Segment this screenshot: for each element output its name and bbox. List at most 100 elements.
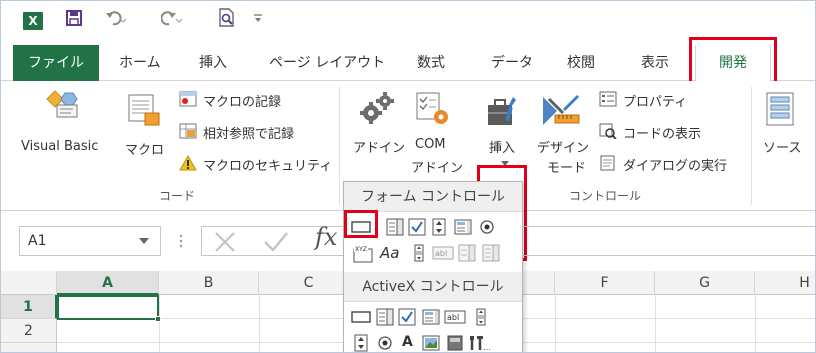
gridline <box>159 295 160 352</box>
list-box-control-icon[interactable] <box>454 218 472 236</box>
more-controls-icon[interactable]: … <box>468 334 490 352</box>
row-header-1[interactable]: 1 <box>1 295 57 319</box>
tab-review[interactable]: 校閲 <box>567 45 595 81</box>
chevron-down-icon[interactable] <box>501 161 509 167</box>
source-label[interactable]: ソース <box>763 137 801 156</box>
relative-reference-label[interactable]: 相対参照で記録 <box>203 123 294 142</box>
tab-formulas[interactable]: 数式 <box>417 45 445 81</box>
toolbox-icon[interactable] <box>485 95 519 129</box>
tab-insert[interactable]: 挿入 <box>199 45 227 81</box>
cancel-entry-icon[interactable] <box>213 230 237 254</box>
select-all-corner[interactable] <box>1 271 57 295</box>
fill-handle[interactable] <box>155 316 161 322</box>
combo-list-edit-control-icon[interactable] <box>458 244 476 262</box>
com-addin-icon[interactable] <box>415 91 451 127</box>
activex-spin-button-icon[interactable] <box>352 334 370 352</box>
run-dialog-label[interactable]: ダイアログの実行 <box>623 155 727 174</box>
design-mode-label-2[interactable]: モード <box>547 157 586 176</box>
excel-window: X ファイル ホーム 挿入 ページ レイアウト 数式 データ 校閲 表示 開発 <box>0 0 816 353</box>
label-control-icon[interactable]: Aa <box>380 244 399 262</box>
insert-function-icon[interactable]: fx <box>315 223 337 251</box>
activex-command-button-icon[interactable] <box>350 308 372 326</box>
addin-label[interactable]: アドイン <box>353 137 405 156</box>
com-addin-label-1[interactable]: COM <box>415 137 446 152</box>
checkbox-control-icon[interactable] <box>408 218 426 236</box>
addin-gear-icon[interactable] <box>359 91 395 125</box>
run-dialog-icon[interactable] <box>599 155 617 171</box>
undo-icon[interactable] <box>105 10 127 26</box>
macro-label[interactable]: マクロ <box>125 139 164 158</box>
button-control-icon[interactable] <box>350 218 372 236</box>
insert-control-label[interactable]: 挿入 <box>489 137 515 156</box>
scroll-bar-control-icon[interactable] <box>410 244 428 262</box>
activex-toggle-button-icon[interactable] <box>446 334 464 352</box>
text-field-control-icon[interactable]: abl <box>432 244 454 262</box>
ribbon-tabs: ファイル ホーム 挿入 ページ レイアウト 数式 データ 校閲 表示 開発 <box>1 45 815 82</box>
view-code-label[interactable]: コードの表示 <box>623 123 701 142</box>
svg-text:abl: abl <box>435 249 447 258</box>
visual-basic-label[interactable]: Visual Basic <box>21 139 98 154</box>
design-mode-label-1[interactable]: デザイン <box>537 137 589 156</box>
column-header-b[interactable]: B <box>159 271 259 295</box>
tab-file[interactable]: ファイル <box>13 45 99 81</box>
activex-list-box-icon[interactable] <box>422 308 440 326</box>
option-button-control-icon[interactable] <box>478 218 496 236</box>
confirm-entry-icon[interactable] <box>263 230 289 254</box>
properties-icon[interactable] <box>599 91 617 107</box>
tab-developer[interactable]: 開発 <box>695 45 771 82</box>
activex-scroll-bar-icon[interactable] <box>472 308 490 326</box>
column-header-h[interactable]: H <box>755 271 815 295</box>
gridline <box>555 295 556 352</box>
formula-bar-grip-icon <box>179 231 183 251</box>
form-controls-heading: フォーム コントロール <box>344 182 522 212</box>
activex-combo-box-icon[interactable] <box>376 308 394 326</box>
activex-label-icon[interactable]: A <box>402 334 413 350</box>
row-header-2[interactable]: 2 <box>1 319 57 343</box>
visual-basic-icon[interactable] <box>45 89 81 119</box>
properties-label[interactable]: プロパティ <box>623 91 687 110</box>
com-addin-label-2[interactable]: アドイン <box>411 157 463 176</box>
tab-data[interactable]: データ <box>491 45 533 81</box>
gridline <box>655 295 656 352</box>
record-macro-label[interactable]: マクロの記録 <box>203 91 281 110</box>
macro-security-icon[interactable] <box>179 155 197 171</box>
column-header-g[interactable]: G <box>655 271 755 295</box>
customize-qat-icon[interactable] <box>253 12 263 24</box>
gridline <box>259 295 260 352</box>
row-header-3[interactable] <box>1 343 57 352</box>
tab-page-layout[interactable]: ページ レイアウト <box>269 45 385 81</box>
tab-home[interactable]: ホーム <box>119 45 161 81</box>
combo-dropdown-edit-control-icon[interactable] <box>482 244 500 262</box>
controls-group-label: コントロール <box>569 189 642 203</box>
macro-icon[interactable] <box>127 93 161 127</box>
column-header-a[interactable]: A <box>57 271 159 295</box>
activex-image-icon[interactable] <box>422 334 440 352</box>
redo-icon[interactable] <box>161 10 183 26</box>
view-code-icon[interactable] <box>599 123 617 139</box>
print-preview-icon[interactable] <box>217 8 237 28</box>
insert-controls-dropdown: フォーム コントロール XYZ Aa abl ActiveX コントロール ab… <box>343 181 523 352</box>
ribbon-separator <box>751 87 752 205</box>
combo-box-control-icon[interactable] <box>386 218 404 236</box>
quick-access-toolbar: X <box>1 1 815 41</box>
save-icon[interactable] <box>65 9 83 27</box>
selected-cell-a1[interactable] <box>57 295 159 320</box>
ribbon-separator <box>339 87 340 205</box>
svg-text:abl: abl <box>447 313 459 322</box>
spin-button-control-icon[interactable] <box>430 218 448 236</box>
code-group-label: コード <box>159 189 196 203</box>
source-icon[interactable] <box>765 91 795 127</box>
relative-reference-icon[interactable] <box>179 123 197 139</box>
activex-controls-heading: ActiveX コントロール <box>344 272 522 302</box>
design-mode-icon[interactable] <box>541 93 581 129</box>
activex-option-button-icon[interactable] <box>376 334 394 352</box>
group-box-control-icon[interactable]: XYZ <box>352 244 374 264</box>
record-macro-icon[interactable] <box>179 91 197 107</box>
name-box-dropdown-icon[interactable] <box>139 237 149 245</box>
activex-checkbox-icon[interactable] <box>398 308 416 326</box>
column-header-f[interactable]: F <box>555 271 655 295</box>
macro-security-label[interactable]: マクロのセキュリティ <box>203 155 332 174</box>
svg-text:XYZ: XYZ <box>355 246 367 253</box>
activex-text-box-icon[interactable]: abl <box>444 308 466 326</box>
tab-view[interactable]: 表示 <box>641 45 669 81</box>
